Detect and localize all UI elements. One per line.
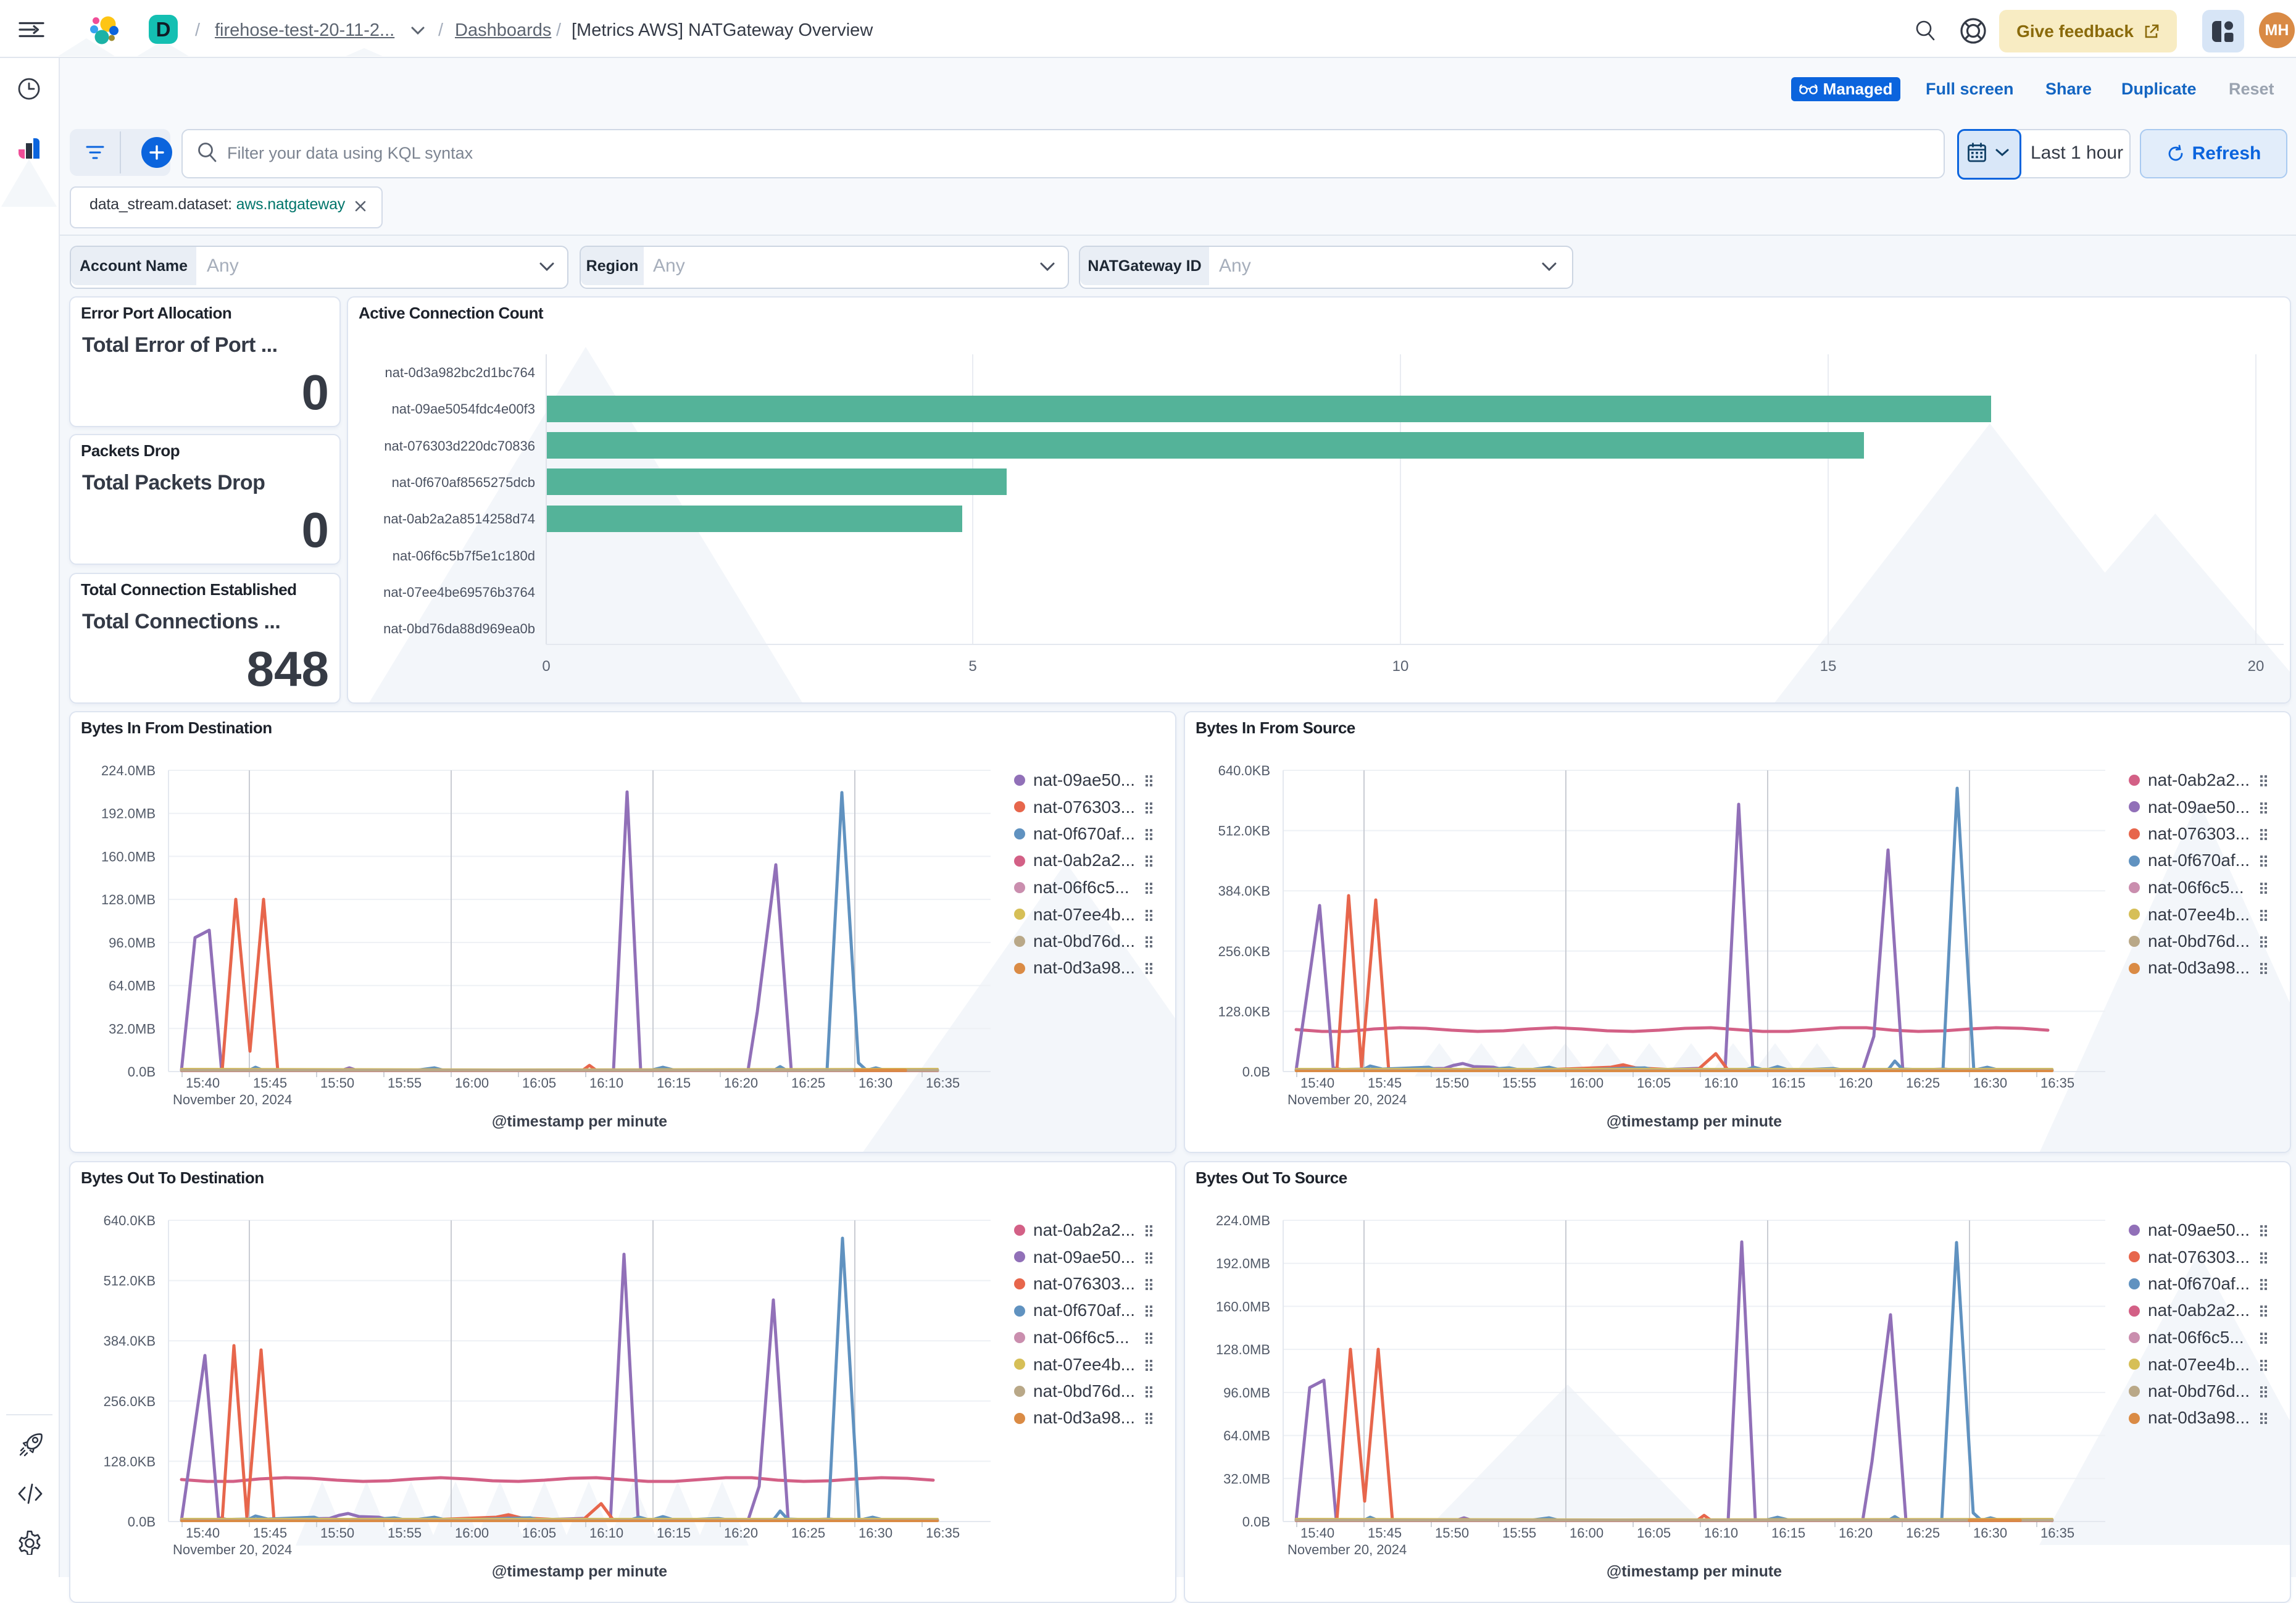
- svg-text:15:50: 15:50: [320, 1075, 354, 1091]
- svg-text:256.0KB: 256.0KB: [104, 1394, 156, 1409]
- svg-text:640.0KB: 640.0KB: [104, 1213, 156, 1228]
- svg-text:20: 20: [2248, 658, 2265, 675]
- svg-text:640.0KB: 640.0KB: [1218, 763, 1270, 778]
- svg-text:32.0MB: 32.0MB: [1223, 1471, 1270, 1486]
- svg-text:384.0KB: 384.0KB: [1218, 883, 1270, 899]
- svg-text:@timestamp per minute: @timestamp per minute: [1607, 1563, 1782, 1580]
- svg-text:16:05: 16:05: [1637, 1075, 1671, 1091]
- svg-text:128.0MB: 128.0MB: [101, 892, 156, 907]
- svg-text:November 20, 2024: November 20, 2024: [173, 1092, 292, 1107]
- svg-text:@timestamp per minute: @timestamp per minute: [492, 1563, 667, 1580]
- svg-text:16:20: 16:20: [724, 1075, 758, 1091]
- svg-text:nat-07ee4be69576b3764: nat-07ee4be69576b3764: [383, 585, 535, 600]
- svg-text:16:15: 16:15: [657, 1075, 691, 1091]
- svg-text:128.0MB: 128.0MB: [1216, 1342, 1270, 1357]
- svg-text:16:25: 16:25: [1906, 1075, 1940, 1091]
- svg-text:16:05: 16:05: [1637, 1525, 1671, 1541]
- svg-text:32.0MB: 32.0MB: [109, 1021, 156, 1036]
- svg-text:15:50: 15:50: [1435, 1525, 1469, 1541]
- svg-text:16:35: 16:35: [2040, 1075, 2074, 1091]
- svg-text:160.0MB: 160.0MB: [101, 849, 156, 864]
- svg-text:16:30: 16:30: [859, 1525, 892, 1541]
- svg-text:192.0MB: 192.0MB: [1216, 1256, 1270, 1272]
- svg-text:128.0KB: 128.0KB: [104, 1454, 156, 1469]
- svg-text:16:05: 16:05: [522, 1525, 556, 1541]
- svg-text:nat-0d3a982bc2d1bc764: nat-0d3a982bc2d1bc764: [385, 365, 535, 380]
- svg-text:0.0B: 0.0B: [128, 1064, 156, 1080]
- svg-text:96.0MB: 96.0MB: [1223, 1385, 1270, 1401]
- svg-text:nat-09ae5054fdc4e00f3: nat-09ae5054fdc4e00f3: [392, 401, 535, 417]
- svg-text:15:45: 15:45: [253, 1525, 287, 1541]
- svg-text:16:20: 16:20: [724, 1525, 758, 1541]
- svg-text:16:00: 16:00: [1570, 1075, 1603, 1091]
- svg-text:nat-06f6c5b7f5e1c180d: nat-06f6c5b7f5e1c180d: [393, 548, 535, 564]
- svg-text:@timestamp per minute: @timestamp per minute: [1607, 1113, 1782, 1130]
- svg-text:15:40: 15:40: [1300, 1075, 1334, 1091]
- svg-text:16:10: 16:10: [1704, 1075, 1738, 1091]
- svg-text:16:15: 16:15: [657, 1525, 691, 1541]
- svg-text:15:45: 15:45: [1368, 1075, 1402, 1091]
- svg-text:November 20, 2024: November 20, 2024: [173, 1542, 292, 1557]
- svg-text:16:35: 16:35: [926, 1525, 960, 1541]
- svg-text:16:25: 16:25: [791, 1525, 825, 1541]
- svg-text:0.0B: 0.0B: [128, 1514, 156, 1530]
- svg-text:nat-0f670af8565275dcb: nat-0f670af8565275dcb: [392, 475, 535, 490]
- svg-text:16:15: 16:15: [1771, 1075, 1805, 1091]
- svg-text:nat-0ab2a2a8514258d74: nat-0ab2a2a8514258d74: [383, 511, 535, 527]
- svg-text:16:10: 16:10: [1704, 1525, 1738, 1541]
- svg-text:16:35: 16:35: [926, 1075, 960, 1091]
- svg-text:16:25: 16:25: [1906, 1525, 1940, 1541]
- svg-text:128.0KB: 128.0KB: [1218, 1004, 1270, 1019]
- svg-text:November 20, 2024: November 20, 2024: [1287, 1092, 1407, 1107]
- svg-text:15:55: 15:55: [388, 1075, 422, 1091]
- svg-text:384.0KB: 384.0KB: [104, 1333, 156, 1349]
- svg-text:16:20: 16:20: [1839, 1075, 1873, 1091]
- svg-text:November 20, 2024: November 20, 2024: [1287, 1542, 1407, 1557]
- svg-text:15:45: 15:45: [1368, 1525, 1402, 1541]
- svg-text:16:35: 16:35: [2040, 1525, 2074, 1541]
- svg-text:16:00: 16:00: [455, 1525, 489, 1541]
- svg-text:160.0MB: 160.0MB: [1216, 1299, 1270, 1314]
- svg-text:0: 0: [542, 658, 550, 675]
- svg-text:16:20: 16:20: [1839, 1525, 1873, 1541]
- svg-text:15:45: 15:45: [253, 1075, 287, 1091]
- svg-text:15:40: 15:40: [1300, 1525, 1334, 1541]
- svg-text:15:40: 15:40: [186, 1075, 220, 1091]
- svg-text:16:10: 16:10: [589, 1525, 623, 1541]
- svg-text:16:15: 16:15: [1771, 1525, 1805, 1541]
- svg-text:64.0MB: 64.0MB: [1223, 1428, 1270, 1444]
- svg-text:15:50: 15:50: [320, 1525, 354, 1541]
- svg-text:@timestamp per minute: @timestamp per minute: [492, 1113, 667, 1130]
- svg-text:64.0MB: 64.0MB: [109, 978, 156, 994]
- svg-text:15:40: 15:40: [186, 1525, 220, 1541]
- svg-text:15:50: 15:50: [1435, 1075, 1469, 1091]
- svg-text:16:10: 16:10: [589, 1075, 623, 1091]
- svg-text:16:00: 16:00: [455, 1075, 489, 1091]
- svg-text:256.0KB: 256.0KB: [1218, 944, 1270, 959]
- svg-text:10: 10: [1392, 658, 1409, 675]
- svg-text:5: 5: [968, 658, 976, 675]
- svg-text:nat-0bd76da88d969ea0b: nat-0bd76da88d969ea0b: [383, 621, 535, 636]
- svg-text:15: 15: [1820, 658, 1837, 675]
- svg-text:0.0B: 0.0B: [1242, 1514, 1270, 1530]
- svg-text:16:30: 16:30: [859, 1075, 892, 1091]
- svg-text:512.0KB: 512.0KB: [104, 1273, 156, 1289]
- svg-text:512.0KB: 512.0KB: [1218, 823, 1270, 839]
- svg-text:96.0MB: 96.0MB: [109, 935, 156, 951]
- svg-text:16:30: 16:30: [1973, 1075, 2007, 1091]
- svg-text:16:00: 16:00: [1570, 1525, 1603, 1541]
- svg-text:224.0MB: 224.0MB: [101, 763, 156, 778]
- svg-text:16:30: 16:30: [1973, 1525, 2007, 1541]
- svg-text:0.0B: 0.0B: [1242, 1064, 1270, 1080]
- svg-text:nat-076303d220dc70836: nat-076303d220dc70836: [384, 438, 535, 454]
- svg-text:192.0MB: 192.0MB: [101, 806, 156, 822]
- svg-text:15:55: 15:55: [1502, 1525, 1536, 1541]
- svg-text:224.0MB: 224.0MB: [1216, 1213, 1270, 1228]
- svg-text:15:55: 15:55: [1502, 1075, 1536, 1091]
- svg-text:15:55: 15:55: [388, 1525, 422, 1541]
- svg-text:16:05: 16:05: [522, 1075, 556, 1091]
- svg-text:16:25: 16:25: [791, 1075, 825, 1091]
